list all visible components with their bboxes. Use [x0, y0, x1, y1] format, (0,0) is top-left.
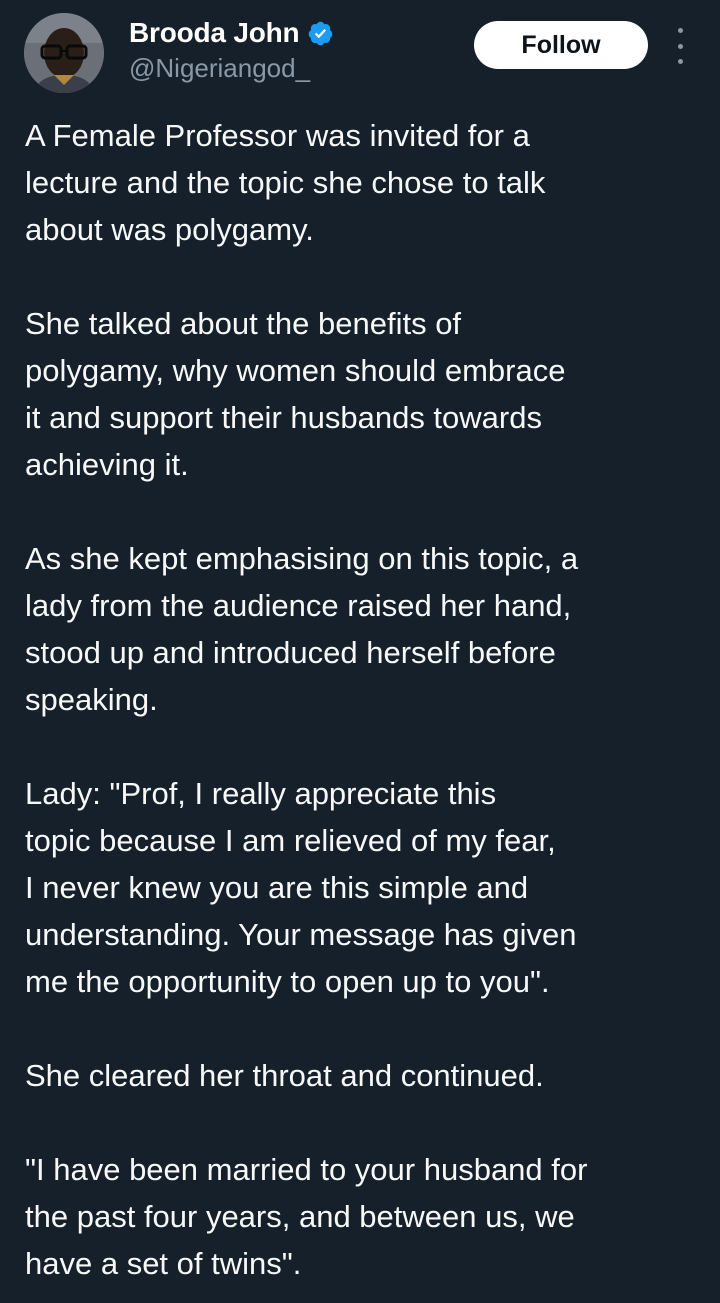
- tweet-paragraph: As she kept emphasising on this topic, a…: [25, 541, 579, 717]
- dot: [677, 59, 683, 64]
- author-handle[interactable]: @Nigeriangod_: [129, 53, 310, 84]
- avatar[interactable]: [24, 13, 104, 93]
- author-display-name[interactable]: Brooda John: [129, 17, 300, 49]
- author-name-row[interactable]: Brooda John: [129, 16, 334, 50]
- avatar-image: [24, 13, 104, 93]
- tweet-header: Brooda John @Nigeriangod_ Follow: [0, 0, 720, 100]
- tweet-paragraph: Lady: "Prof, I really appreciate this to…: [25, 776, 577, 999]
- dot: [677, 43, 683, 49]
- more-options-icon[interactable]: [668, 28, 692, 64]
- tweet-text: A Female Professor was invited for a lec…: [25, 112, 705, 1287]
- verified-badge-icon: [307, 20, 334, 47]
- tweet-paragraph: She cleared her throat and continued.: [25, 1058, 544, 1093]
- follow-button[interactable]: Follow: [474, 21, 648, 69]
- tweet-paragraph: She talked about the benefits of polygam…: [25, 306, 566, 482]
- tweet-paragraph: "I have been married to your husband for…: [25, 1152, 588, 1281]
- tweet-paragraph: A Female Professor was invited for a lec…: [25, 118, 546, 247]
- dot: [677, 28, 683, 33]
